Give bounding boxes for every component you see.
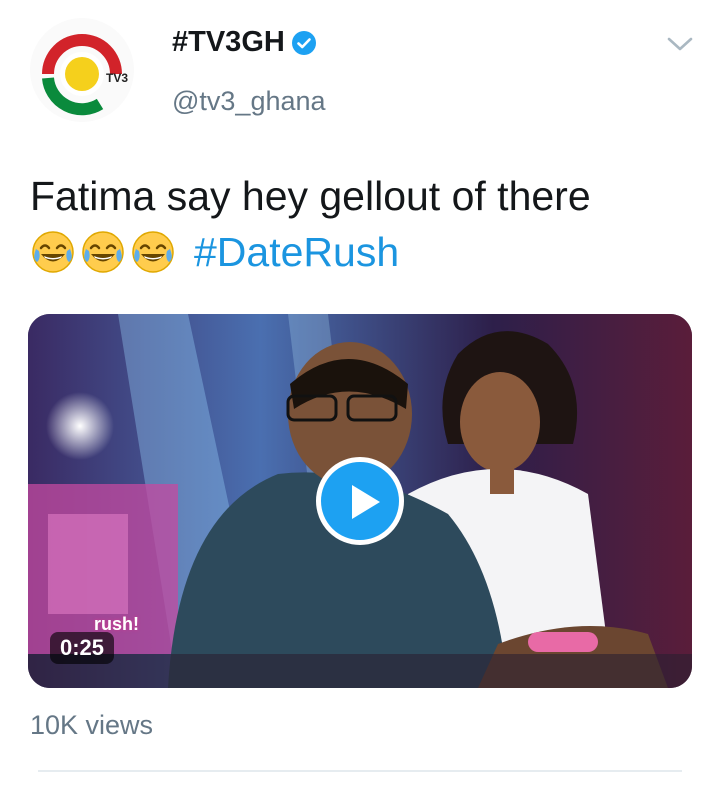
face-with-tears-of-joy-icon [30,229,76,275]
view-count: 10K views [30,710,154,740]
chevron-down-icon[interactable] [665,32,695,56]
show-logo-overlay: rush! [94,614,139,634]
play-icon [352,485,380,519]
play-button[interactable] [316,457,404,545]
tv3-logo: TV3 [42,34,128,116]
tweet-text-line: Fatima say hey gellout of there [30,173,591,219]
face-with-tears-of-joy-icon [80,229,126,275]
tv3-logo-label: TV3 [106,71,128,85]
face-with-tears-of-joy-icon [130,229,176,275]
video-duration-badge: 0:25 [50,632,115,664]
display-name[interactable]: #TV3GH [172,26,285,59]
divider [38,770,682,772]
avatar[interactable]: TV3 [30,18,134,122]
video-player[interactable]: 0:25 rush! [28,314,692,688]
tweet-emoji-row: #DateRush [30,224,690,280]
verified-badge-icon [291,30,317,56]
tweet-text: Fatima say hey gellout of there #DateRus… [30,168,690,280]
hashtag-link[interactable]: #DateRush [194,224,399,280]
user-name-row[interactable]: #TV3GH [172,26,317,59]
user-handle[interactable]: @tv3_ghana [172,86,326,117]
